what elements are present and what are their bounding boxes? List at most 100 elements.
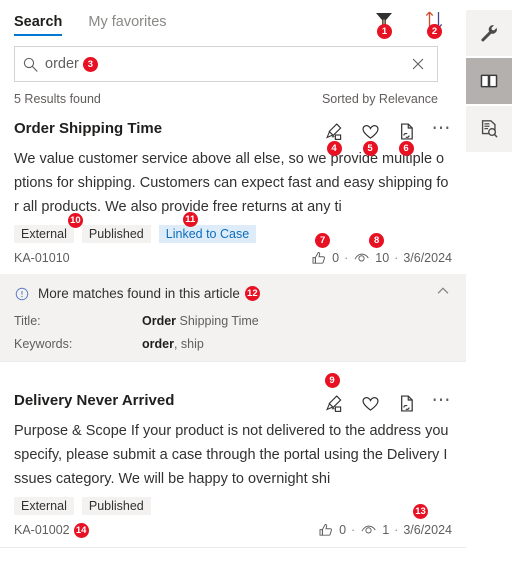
rail-spacer (466, 0, 512, 10)
link-to-case-button[interactable]: 4 (324, 121, 344, 156)
favorite-button[interactable] (360, 393, 380, 413)
more-matches-value: Order Shipping Time (142, 314, 259, 328)
close-icon (412, 58, 424, 70)
favorite-button[interactable]: 5 (360, 121, 380, 156)
tag-linked-to-case: Linked to Case 11 (158, 212, 257, 243)
view-count: 1 (382, 523, 390, 537)
article-number: KA-01002 14 (14, 523, 89, 538)
sort-button[interactable]: 2 (422, 8, 446, 39)
thumbs-up-icon (312, 252, 326, 264)
search-results-pane: Search My favorites 1 2 order 3 5 Result… (0, 0, 466, 562)
right-rail (466, 0, 512, 562)
annotation-badge-2: 2 (427, 24, 442, 39)
rail-item-tools[interactable] (466, 10, 512, 56)
copy-link-icon (400, 395, 413, 412)
article-card[interactable]: Order Shipping Time 4 5 6 ⋯ We value cus… (0, 119, 466, 362)
filter-button[interactable]: 1 (372, 8, 396, 39)
more-matches-key: Title: (14, 314, 41, 328)
tag-label: Linked to Case (165, 227, 250, 241)
article-date: 3/6/2024 (403, 251, 452, 265)
knowledge-search-panel: Search My favorites 1 2 order 3 5 Result… (0, 0, 512, 562)
tools-wrench-icon (481, 25, 497, 42)
tag-published: Published (81, 497, 151, 515)
annotation-badge-7: 7 (315, 233, 331, 248)
article-title[interactable]: Delivery Never Arrived (14, 392, 174, 409)
article-card[interactable]: Delivery Never Arrived 9 ⋯ Purpose & Sco… (0, 373, 466, 548)
tag-label: Published (88, 499, 144, 513)
article-tags: External Published (14, 497, 452, 515)
article-number: KA-01010 (14, 251, 70, 265)
more-matches-panel[interactable]: More matches found in this article 12 Ti… (0, 274, 466, 361)
rail-item-document-search[interactable] (466, 106, 512, 152)
link-to-case-icon (325, 395, 341, 412)
results-meta-row: 5 Results found Sorted by Relevance (14, 92, 438, 106)
views-eye-icon (361, 525, 376, 534)
annotation-badge-14: 14 (73, 523, 89, 538)
search-box[interactable]: order 3 (14, 46, 438, 82)
card-divider (0, 547, 466, 548)
search-input-value: order (45, 56, 79, 72)
article-header: Order Shipping Time 4 5 6 ⋯ (14, 119, 453, 156)
annotation-badge-3: 3 (82, 57, 98, 72)
article-footer: KA-01010 0 · 10 · 3/6/2024 7 8 (14, 233, 452, 266)
knowledge-base-book-icon (480, 74, 498, 88)
annotation-badge-1: 1 (377, 24, 392, 39)
article-title[interactable]: Order Shipping Time (14, 120, 162, 137)
annotation-badge-11: 11 (182, 212, 198, 227)
article-snippet: We value customer service above all else… (14, 151, 449, 215)
more-options-icon[interactable]: ⋯ (432, 391, 453, 411)
rail-item-knowledge-base[interactable] (466, 58, 512, 104)
annotation-badge-12: 12 (244, 286, 260, 301)
card-divider (0, 361, 466, 362)
tag-published: Published (81, 225, 151, 243)
tag-external: External (14, 497, 74, 515)
copy-link-icon (400, 123, 413, 140)
collapse-more-matches-button[interactable] (434, 282, 452, 305)
stat-separator: · (394, 251, 399, 265)
stat-separator: · (394, 523, 399, 537)
info-circle-icon (15, 287, 29, 300)
annotation-badge-13: 13 (413, 504, 428, 519)
annotation-badge-4: 4 (326, 141, 342, 156)
article-stats: 0 · 10 · 3/6/2024 7 8 (311, 233, 452, 266)
article-actions: 9 ⋯ (324, 373, 453, 413)
stat-separator: · (351, 523, 356, 537)
more-matches-value: order, ship (142, 337, 204, 351)
more-matches-title: More matches found in this article 12 (38, 286, 260, 301)
copy-link-button[interactable] (396, 393, 416, 413)
view-count: 10 (375, 251, 390, 265)
article-stats: 0 · 1 · 3/6/2024 13 (318, 504, 452, 538)
views-eye-icon (354, 253, 369, 262)
favorite-heart-icon (361, 125, 379, 139)
more-matches-label: More matches found in this article (38, 286, 240, 301)
article-actions: 4 5 6 ⋯ (324, 119, 453, 156)
more-matches-header[interactable]: More matches found in this article 12 (14, 282, 452, 305)
copy-link-button[interactable]: 6 (396, 121, 416, 156)
article-snippet: Purpose & Scope If your product is not d… (14, 423, 449, 487)
clear-search-button[interactable] (409, 55, 427, 73)
document-search-icon (481, 120, 498, 138)
article-header: Delivery Never Arrived 9 ⋯ (14, 373, 453, 413)
sort-label: Sorted by Relevance (321, 92, 438, 106)
annotation-badge-9: 9 (324, 373, 340, 388)
link-to-case-button[interactable]: 9 (324, 373, 344, 413)
match-highlight: Order (142, 314, 177, 328)
article-number-value: KA-01002 (14, 523, 70, 537)
more-matches-row: Keywords: order, ship (14, 337, 452, 351)
toolbar-actions: 1 2 (372, 8, 446, 39)
stat-separator: · (344, 251, 349, 265)
tag-label: External (21, 227, 67, 241)
more-options-icon[interactable]: ⋯ (432, 119, 453, 139)
thumbs-up-icon (319, 524, 333, 536)
tag-label: Published (88, 227, 144, 241)
tab-search[interactable]: Search (14, 14, 63, 36)
match-highlight: order (142, 337, 174, 351)
article-tags: External 10 Published Linked to Case 11 (14, 212, 452, 243)
favorite-heart-icon (361, 397, 379, 411)
search-input[interactable]: order 3 (45, 56, 98, 72)
more-matches-key: Keywords: (14, 337, 73, 351)
tag-label: External (21, 499, 67, 513)
annotation-badge-10: 10 (67, 213, 83, 228)
tab-my-favorites[interactable]: My favorites (88, 14, 166, 36)
results-count: 5 Results found (14, 92, 101, 106)
